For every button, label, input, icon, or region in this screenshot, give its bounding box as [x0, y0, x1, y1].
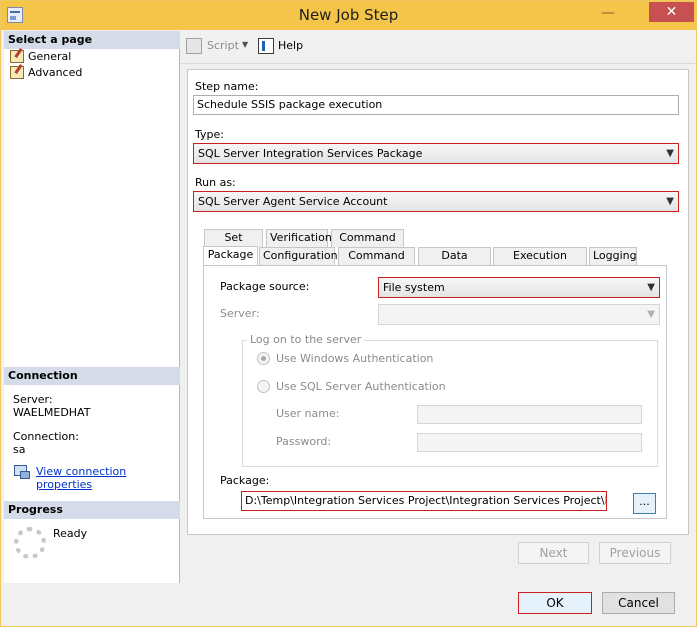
page-item-general[interactable]: General: [8, 49, 71, 65]
tab-verification[interactable]: Verification: [266, 229, 332, 247]
next-button[interactable]: Next: [518, 542, 589, 564]
tab-execution-options[interactable]: Execution options: [493, 247, 587, 278]
progress-spinner-icon: [14, 527, 46, 559]
package-source-select[interactable]: File system ▼: [378, 277, 660, 298]
tab-data-sources[interactable]: Data sources: [418, 247, 491, 278]
minimize-button[interactable]: —: [596, 5, 620, 23]
tab-command-files[interactable]: Command files: [338, 247, 415, 278]
chevron-down-icon: ▼: [647, 309, 655, 320]
windows-auth-label: Use Windows Authentication: [276, 352, 434, 365]
password-input[interactable]: [417, 433, 642, 452]
script-button[interactable]: Script: [207, 39, 239, 52]
close-button[interactable]: ✕: [649, 2, 694, 22]
server-select[interactable]: ▼: [378, 304, 660, 325]
script-icon: [186, 38, 202, 54]
dialog-window: New Job Step — ✕ Select a page General A…: [0, 0, 697, 627]
page-item-advanced[interactable]: Advanced: [8, 65, 82, 81]
browse-button[interactable]: ...: [633, 493, 656, 514]
chevron-down-icon: ▼: [666, 196, 674, 207]
title-bar[interactable]: New Job Step — ✕: [1, 1, 696, 30]
help-icon: [258, 38, 274, 54]
package-source-label: Package source:: [220, 280, 310, 293]
user-name-input[interactable]: [417, 405, 642, 424]
ok-button[interactable]: OK: [518, 592, 592, 614]
type-select[interactable]: SQL Server Integration Services Package …: [193, 143, 679, 164]
run-as-select[interactable]: SQL Server Agent Service Account ▼: [193, 191, 679, 212]
connection-properties-icon: [13, 464, 30, 479]
progress-status: Ready: [53, 527, 88, 540]
sql-auth-label: Use SQL Server Authentication: [276, 380, 446, 393]
user-name-label: User name:: [276, 407, 340, 420]
package-source-value: File system: [383, 281, 445, 294]
chevron-down-icon: ▼: [647, 282, 655, 293]
step-name-input[interactable]: Schedule SSIS package execution: [193, 95, 679, 115]
view-connection-properties-link[interactable]: View connection properties: [36, 465, 179, 491]
server-label: Server:: [13, 393, 53, 406]
package-label: Package:: [220, 474, 270, 487]
type-label: Type:: [195, 128, 224, 141]
page-item-label: General: [28, 50, 72, 63]
page-item-label: Advanced: [28, 66, 83, 79]
previous-button[interactable]: Previous: [599, 542, 671, 564]
server-value: WAELMEDHAT: [13, 406, 91, 419]
password-label: Password:: [276, 435, 332, 448]
page-icon: [10, 66, 24, 79]
script-dropdown-icon[interactable]: ▼: [242, 40, 248, 49]
tab-logging[interactable]: Logging: [589, 247, 637, 265]
server-field-label: Server:: [220, 307, 260, 320]
connection-value: sa: [13, 443, 26, 456]
connection-label: Connection:: [13, 430, 79, 443]
toolbar-divider: [181, 63, 695, 64]
select-page-header: Select a page: [4, 31, 180, 49]
package-path-input[interactable]: D:\Temp\Integration Services Project\Int…: [241, 491, 607, 511]
cancel-button[interactable]: Cancel: [602, 592, 675, 614]
run-as-label: Run as:: [195, 176, 236, 189]
windows-auth-radio[interactable]: [257, 352, 270, 365]
connection-header: Connection: [4, 367, 180, 385]
progress-header: Progress: [4, 501, 180, 519]
help-button[interactable]: Help: [278, 39, 303, 52]
tab-package[interactable]: Package: [203, 246, 258, 265]
step-name-label: Step name:: [195, 80, 259, 93]
window-title: New Job Step: [298, 6, 399, 24]
type-select-value: SQL Server Integration Services Package: [198, 147, 423, 160]
run-as-select-value: SQL Server Agent Service Account: [198, 195, 388, 208]
sql-auth-radio[interactable]: [257, 380, 270, 393]
page-icon: [10, 50, 24, 63]
left-panel: Select a page General Advanced Connectio…: [4, 31, 180, 583]
tab-configurations[interactable]: Configurations: [259, 247, 343, 265]
tab-command-line[interactable]: Command line: [331, 229, 404, 260]
logon-group-title: Log on to the server: [247, 333, 365, 346]
tab-set-values[interactable]: Set values: [204, 229, 263, 260]
chevron-down-icon: ▼: [666, 148, 674, 159]
